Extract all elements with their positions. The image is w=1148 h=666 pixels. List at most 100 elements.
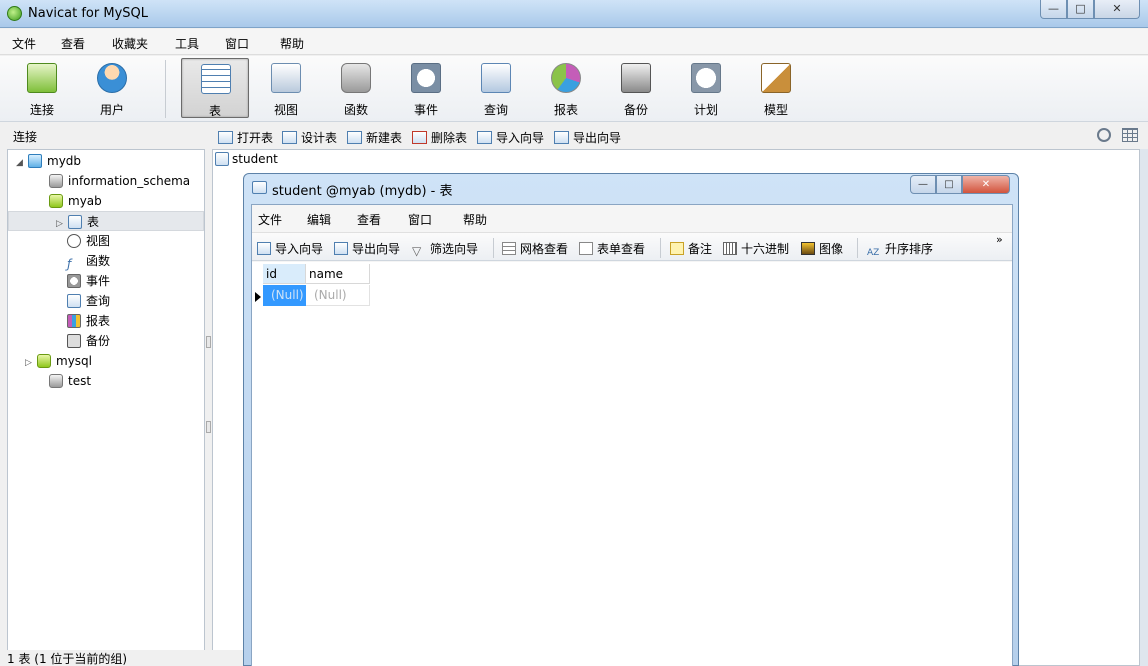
toolbar-separator <box>857 238 858 258</box>
memo-button[interactable]: 备注 <box>670 240 712 257</box>
toolbar-event-button[interactable]: 事件 <box>392 58 460 118</box>
open-table-label: 打开表 <box>237 131 274 145</box>
column-header-name[interactable]: name <box>306 264 370 284</box>
import-wizard-icon <box>477 131 492 144</box>
import-wizard-label: 导入向导 <box>496 131 545 145</box>
child-menu-file[interactable]: 文件 <box>258 211 282 228</box>
toolbar-connection-button[interactable]: 连接 <box>8 58 76 118</box>
expanded-arrow-icon[interactable]: ◢ <box>16 153 28 173</box>
tree-item-label: mysql <box>56 354 92 368</box>
tree-item-label: test <box>68 374 92 388</box>
export-wizard-icon <box>554 131 569 144</box>
tree-item-views[interactable]: 视图 <box>55 231 110 251</box>
toolbar-backup-button[interactable]: 备份 <box>602 58 670 118</box>
export-wizard-label: 导出向导 <box>573 131 622 145</box>
maximize-button[interactable]: □ <box>1067 0 1094 19</box>
image-button[interactable]: 图像 <box>801 240 843 257</box>
connection-icon <box>28 154 42 168</box>
export-wizard-button[interactable]: 导出向导 <box>554 129 621 146</box>
menu-tools[interactable]: 工具 <box>175 35 199 52</box>
tree-item-events[interactable]: 事件 <box>55 271 110 291</box>
close-button[interactable]: ✕ <box>1094 0 1140 19</box>
child-maximize-button[interactable]: □ <box>936 175 962 194</box>
form-view-label: 表单查看 <box>597 242 646 256</box>
tree-item-label: information_schema <box>68 174 191 188</box>
toolbar-view-button[interactable]: 视图 <box>252 58 320 118</box>
connection-panel-label: 连接 <box>13 130 38 144</box>
grid-view-button[interactable]: 网格查看 <box>502 240 568 257</box>
open-table-button[interactable]: 打开表 <box>218 129 273 146</box>
design-table-button[interactable]: 设计表 <box>282 129 337 146</box>
tree-item-test[interactable]: test <box>37 371 91 391</box>
query-icon <box>481 63 511 93</box>
toolbar-query-button[interactable]: 查询 <box>462 58 530 118</box>
cell-id[interactable]: (Null) <box>263 285 306 306</box>
child-menu-help[interactable]: 帮助 <box>463 211 487 228</box>
collapse-right-arrow-icon[interactable] <box>206 421 211 433</box>
menu-help[interactable]: 帮助 <box>280 35 304 52</box>
menu-favorites[interactable]: 收藏夹 <box>112 35 148 52</box>
hex-icon <box>723 242 737 255</box>
tree-item-backups[interactable]: 备份 <box>55 331 110 351</box>
new-table-button[interactable]: 新建表 <box>347 129 402 146</box>
view-icon <box>67 234 81 248</box>
tree-item-information-schema[interactable]: information_schema <box>37 171 190 191</box>
memo-icon <box>670 242 684 255</box>
toolbar-report-button[interactable]: 报表 <box>532 58 600 118</box>
sort-ascending-button[interactable]: AZ 升序排序 <box>867 240 933 261</box>
tree-item-label: 查询 <box>86 294 111 308</box>
import-wizard-button[interactable]: 导入向导 <box>257 240 323 257</box>
panel-splitter[interactable] <box>205 149 212 653</box>
table-icon <box>215 152 229 166</box>
menu-file[interactable]: 文件 <box>12 35 36 52</box>
child-menu-window[interactable]: 窗口 <box>408 211 432 228</box>
delete-table-button[interactable]: 删除表 <box>412 129 467 146</box>
tree-item-label: 视图 <box>86 234 111 248</box>
child-menu-view[interactable]: 查看 <box>357 211 381 228</box>
search-icon[interactable] <box>1097 128 1111 142</box>
main-window: Navicat for MySQL — □ ✕ 文件 查看 收藏夹 工具 窗口 … <box>0 0 1148 666</box>
toolbar-function-button[interactable]: 函数 <box>322 58 390 118</box>
image-icon <box>801 242 815 255</box>
child-close-button[interactable]: ✕ <box>962 175 1010 194</box>
child-menu-edit[interactable]: 编辑 <box>307 211 331 228</box>
form-view-button[interactable]: 表单查看 <box>579 240 645 257</box>
toolbar-overflow-icon[interactable]: » <box>996 234 1003 245</box>
data-grid: id name (Null) (Null) <box>252 262 1012 666</box>
grid-view-label: 网格查看 <box>520 242 569 256</box>
tree-item-mysql[interactable]: ▷ mysql <box>25 351 92 371</box>
toolbar-user-button[interactable]: 用户 <box>78 58 146 118</box>
toolbar-table-button[interactable]: 表 <box>181 58 249 118</box>
export-wizard-button[interactable]: 导出向导 <box>334 240 400 257</box>
tree-item-functions[interactable]: ƒ 函数 <box>55 251 110 271</box>
tree-item-reports[interactable]: 报表 <box>55 311 110 331</box>
minimize-button[interactable]: — <box>1040 0 1067 19</box>
object-item-student[interactable]: student <box>215 152 278 166</box>
hex-button[interactable]: 十六进制 <box>723 240 789 257</box>
filter-wizard-button[interactable]: ▽ 筛选向导 <box>412 240 478 258</box>
cell-name[interactable]: (Null) <box>306 285 370 306</box>
tree-item-queries[interactable]: 查询 <box>55 291 110 311</box>
collapsed-arrow-icon[interactable]: ▷ <box>25 353 37 373</box>
tree-item-tables[interactable]: ▷ 表 <box>8 211 204 231</box>
function-icon: ƒ <box>67 257 72 271</box>
connection-icon <box>27 63 57 93</box>
menu-window[interactable]: 窗口 <box>225 35 249 52</box>
grid-icon <box>502 242 516 255</box>
tree-item-mydb[interactable]: ◢ mydb <box>16 151 81 171</box>
grid-view-icon[interactable] <box>1122 128 1138 142</box>
import-wizard-icon <box>257 242 271 255</box>
hex-label: 十六进制 <box>741 242 790 256</box>
toolbar-schedule-button[interactable]: 计划 <box>672 58 740 118</box>
view-icon <box>271 63 301 93</box>
model-icon <box>761 63 791 93</box>
collapse-left-arrow-icon[interactable] <box>206 336 211 348</box>
toolbar-model-button[interactable]: 模型 <box>742 58 810 118</box>
column-header-id[interactable]: id <box>263 264 306 284</box>
child-minimize-button[interactable]: — <box>910 175 936 194</box>
tree-item-myab[interactable]: myab <box>37 191 102 211</box>
menu-view[interactable]: 查看 <box>61 35 85 52</box>
export-wizard-label: 导出向导 <box>352 242 401 256</box>
table-window-body: 文件 编辑 查看 窗口 帮助 导入向导 导出向导 ▽ 筛选向导 网格查看 表单查看… <box>251 204 1013 666</box>
import-wizard-button[interactable]: 导入向导 <box>477 129 544 146</box>
